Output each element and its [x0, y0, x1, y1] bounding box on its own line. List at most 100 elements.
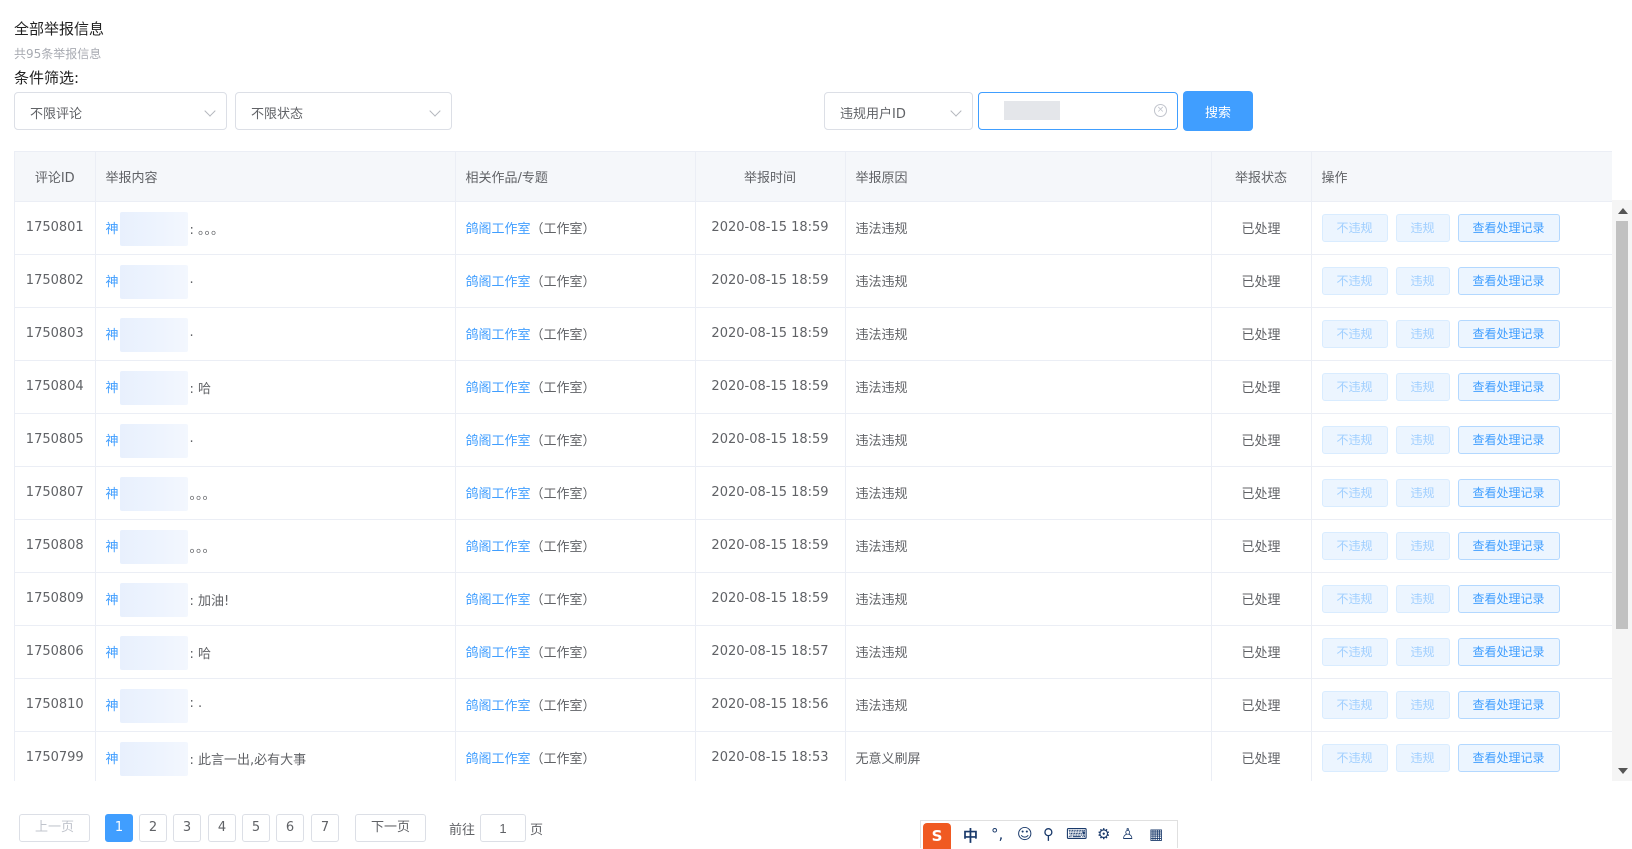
not-violation-button[interactable]: 不违规: [1321, 637, 1388, 666]
view-log-button[interactable]: 查看处理记录: [1457, 425, 1560, 454]
goto-page-input[interactable]: [480, 814, 526, 842]
table-row: 1750809 神: 加油! 鸽阁工作室（工作室） 2020-08-15 18:59 违…: [15, 572, 1612, 626]
content-user-link[interactable]: 神: [106, 381, 119, 396]
work-link[interactable]: 鸽阁工作室: [466, 593, 531, 608]
table-row: 1750803 神. 鸽阁工作室（工作室） 2020-08-15 18:59 违法违规已…: [15, 307, 1612, 361]
not-violation-button[interactable]: 不违规: [1321, 319, 1388, 348]
work-link[interactable]: 鸽阁工作室: [466, 699, 531, 714]
related-work: 鸽阁工作室（工作室）: [455, 572, 696, 626]
violation-button[interactable]: 违规: [1395, 213, 1450, 242]
shirt-icon[interactable]: ♙: [1121, 825, 1134, 843]
not-violation-button[interactable]: 不违规: [1321, 531, 1388, 560]
content-user-link[interactable]: 神: [106, 487, 119, 502]
comment-type-select[interactable]: 不限评论: [14, 92, 227, 130]
keyboard-icon[interactable]: ⌨: [1066, 825, 1088, 843]
prev-page-button[interactable]: 上一页: [19, 814, 90, 842]
content-user-link[interactable]: 神: [106, 222, 119, 237]
work-link[interactable]: 鸽阁工作室: [466, 381, 531, 396]
work-link[interactable]: 鸽阁工作室: [466, 540, 531, 555]
page-5-button[interactable]: 5: [242, 814, 270, 842]
page-7-button[interactable]: 7: [311, 814, 339, 842]
view-log-button[interactable]: 查看处理记录: [1457, 531, 1560, 560]
content-user-link[interactable]: 神: [106, 752, 119, 767]
page-6-button[interactable]: 6: [276, 814, 304, 842]
view-log-button[interactable]: 查看处理记录: [1457, 584, 1560, 613]
status-select[interactable]: 不限状态: [235, 92, 452, 130]
work-type: （工作室）: [530, 381, 596, 396]
page-1-button[interactable]: 1: [105, 814, 133, 842]
ime-punct-toggle[interactable]: °,: [991, 825, 1003, 843]
search-field-select[interactable]: 违规用户ID: [824, 92, 973, 130]
work-link[interactable]: 鸽阁工作室: [466, 487, 531, 502]
view-log-button[interactable]: 查看处理记录: [1457, 637, 1560, 666]
content-user-link[interactable]: 神: [106, 328, 119, 343]
work-link[interactable]: 鸽阁工作室: [466, 328, 531, 343]
report-status: 已处理: [1211, 360, 1312, 414]
not-violation-button[interactable]: 不违规: [1321, 425, 1388, 454]
view-log-button[interactable]: 查看处理记录: [1457, 266, 1560, 295]
not-violation-button[interactable]: 不违规: [1321, 743, 1388, 772]
tools-icon[interactable]: ⚙: [1097, 825, 1110, 843]
violation-button[interactable]: 违规: [1395, 584, 1450, 613]
not-violation-button[interactable]: 不违规: [1321, 266, 1388, 295]
work-link[interactable]: 鸽阁工作室: [466, 752, 531, 767]
content-user-link[interactable]: 神: [106, 540, 119, 555]
ime-mode-toggle[interactable]: 中: [963, 825, 978, 846]
violation-button[interactable]: 违规: [1395, 743, 1450, 772]
report-time: 2020-08-15 18:59: [695, 466, 846, 520]
search-button[interactable]: 搜索: [1183, 91, 1253, 131]
clear-icon[interactable]: ×: [1154, 104, 1167, 117]
goto-suffix: 页: [530, 823, 544, 838]
violation-button[interactable]: 违规: [1395, 425, 1450, 454]
view-log-button[interactable]: 查看处理记录: [1457, 478, 1560, 507]
violation-button[interactable]: 违规: [1395, 372, 1450, 401]
work-link[interactable]: 鸽阁工作室: [466, 275, 531, 290]
content-user-link[interactable]: 神: [106, 275, 119, 290]
not-violation-button[interactable]: 不违规: [1321, 478, 1388, 507]
scroll-up-icon[interactable]: [1618, 208, 1628, 214]
violation-button[interactable]: 违规: [1395, 690, 1450, 719]
page-3-button[interactable]: 3: [173, 814, 201, 842]
next-page-button[interactable]: 下一页: [355, 814, 426, 842]
grid-icon[interactable]: ▦: [1149, 825, 1163, 843]
col-status: 举报状态: [1211, 152, 1312, 202]
work-link[interactable]: 鸽阁工作室: [466, 222, 531, 237]
col-actions: 操作: [1311, 152, 1612, 202]
ime-logo[interactable]: S: [923, 823, 951, 849]
violation-button[interactable]: 违规: [1395, 266, 1450, 295]
view-log-button[interactable]: 查看处理记录: [1457, 690, 1560, 719]
content-user-link[interactable]: 神: [106, 646, 119, 661]
not-violation-button[interactable]: 不违规: [1321, 690, 1388, 719]
microphone-icon[interactable]: ⚲: [1043, 825, 1054, 843]
not-violation-button[interactable]: 不违规: [1321, 372, 1388, 401]
work-link[interactable]: 鸽阁工作室: [466, 434, 531, 449]
report-status: 已处理: [1211, 678, 1312, 732]
view-log-button[interactable]: 查看处理记录: [1457, 213, 1560, 242]
work-type: （工作室）: [530, 222, 596, 237]
view-log-button[interactable]: 查看处理记录: [1457, 319, 1560, 348]
page-2-button[interactable]: 2: [139, 814, 167, 842]
smiley-icon[interactable]: ☺: [1017, 825, 1033, 843]
not-violation-button[interactable]: 不违规: [1321, 213, 1388, 242]
work-link[interactable]: 鸽阁工作室: [466, 646, 531, 661]
content-user-link[interactable]: 神: [106, 699, 119, 714]
report-status: 已处理: [1211, 466, 1312, 520]
scroll-down-icon[interactable]: [1618, 768, 1628, 774]
violation-button[interactable]: 违规: [1395, 637, 1450, 666]
vertical-scrollbar[interactable]: [1612, 200, 1632, 781]
view-log-button[interactable]: 查看处理记录: [1457, 372, 1560, 401]
violation-button[interactable]: 违规: [1395, 319, 1450, 348]
violation-button[interactable]: 违规: [1395, 531, 1450, 560]
report-status: 已处理: [1211, 519, 1312, 573]
view-log-button[interactable]: 查看处理记录: [1457, 743, 1560, 772]
related-work: 鸽阁工作室（工作室）: [455, 466, 696, 520]
comment-id: 1750802: [15, 254, 96, 308]
content-user-link[interactable]: 神: [106, 434, 119, 449]
scroll-thumb[interactable]: [1616, 221, 1628, 629]
violation-button[interactable]: 违规: [1395, 478, 1450, 507]
content-user-link[interactable]: 神: [106, 593, 119, 608]
not-violation-button[interactable]: 不违规: [1321, 584, 1388, 613]
comment-id: 1750807: [15, 466, 96, 520]
report-status: 已处理: [1211, 625, 1312, 679]
page-4-button[interactable]: 4: [208, 814, 236, 842]
